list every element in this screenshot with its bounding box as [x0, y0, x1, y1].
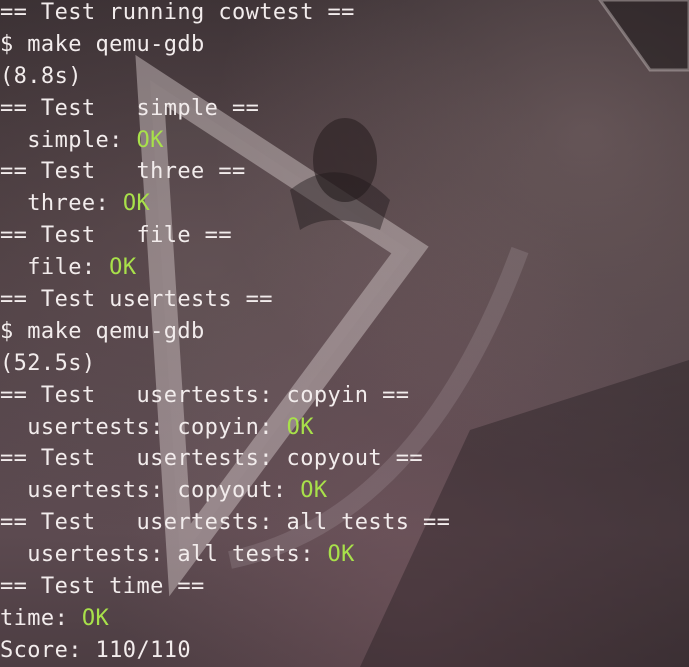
- line-text: simple:: [0, 127, 137, 153]
- terminal-line: == Test usertests ==: [0, 284, 450, 316]
- terminal-line: $ make qemu-gdb: [0, 316, 450, 348]
- terminal-output: == Test running cowtest == $ make qemu-g…: [0, 0, 450, 667]
- line-text: == Test usertests ==: [0, 287, 273, 313]
- terminal-line: usertests: copyout: OK: [0, 475, 450, 507]
- terminal-line: $ make qemu-gdb: [0, 29, 450, 61]
- terminal-line: file: OK: [0, 252, 450, 284]
- ok-status: OK: [122, 191, 151, 217]
- line-text: == Test running cowtest ==: [0, 0, 355, 25]
- ok-status: OK: [81, 605, 110, 631]
- line-text: == Test usertests: all tests ==: [0, 510, 451, 536]
- line-text: (52.5s): [0, 350, 96, 376]
- line-text: time:: [0, 605, 82, 631]
- terminal-line: == Test simple ==: [0, 93, 450, 125]
- line-text: usertests: copyout:: [0, 478, 301, 504]
- ok-status: OK: [327, 542, 355, 568]
- line-text: usertests: copyin:: [0, 414, 287, 440]
- terminal-line: (52.5s): [0, 348, 450, 380]
- terminal-line: usertests: copyin: OK: [0, 412, 450, 444]
- terminal-line: (8.8s): [0, 61, 450, 93]
- ok-status: OK: [109, 255, 137, 281]
- line-text: == Test file ==: [0, 223, 232, 249]
- terminal-line: == Test time ==: [0, 571, 450, 603]
- ok-status: OK: [300, 478, 328, 504]
- terminal-line: == Test usertests: copyout ==: [0, 443, 450, 475]
- line-text: $ make qemu-gdb: [0, 31, 205, 57]
- ok-status: OK: [136, 127, 164, 153]
- line-text: three:: [0, 191, 123, 217]
- line-text: == Test simple ==: [0, 95, 260, 121]
- line-text: == Test usertests: copyout ==: [0, 446, 423, 472]
- line-text: (8.8s): [0, 63, 82, 89]
- line-text: $ make qemu-gdb: [0, 318, 205, 344]
- terminal-line: == Test file ==: [0, 220, 450, 252]
- terminal-line: Score: 110/110: [0, 635, 450, 667]
- terminal-line: time: OK: [0, 603, 450, 635]
- terminal-line: usertests: all tests: OK: [0, 539, 450, 571]
- line-text: usertests: all tests:: [0, 542, 328, 568]
- line-text: == Test usertests: copyin ==: [0, 382, 410, 408]
- terminal-line: simple: OK: [0, 125, 450, 157]
- terminal-line: == Test usertests: all tests ==: [0, 507, 450, 539]
- line-text: == Test three ==: [0, 159, 246, 185]
- ok-status: OK: [286, 414, 314, 440]
- terminal-line: == Test three ==: [0, 156, 450, 188]
- terminal-window[interactable]: == Test running cowtest == $ make qemu-g…: [0, 0, 689, 667]
- line-text: == Test time ==: [0, 574, 205, 600]
- line-text: Score: 110/110: [0, 637, 192, 663]
- terminal-line: three: OK: [0, 188, 450, 220]
- terminal-line: == Test usertests: copyin ==: [0, 380, 450, 412]
- terminal-line: == Test running cowtest ==: [0, 0, 450, 29]
- line-text: file:: [0, 255, 110, 281]
